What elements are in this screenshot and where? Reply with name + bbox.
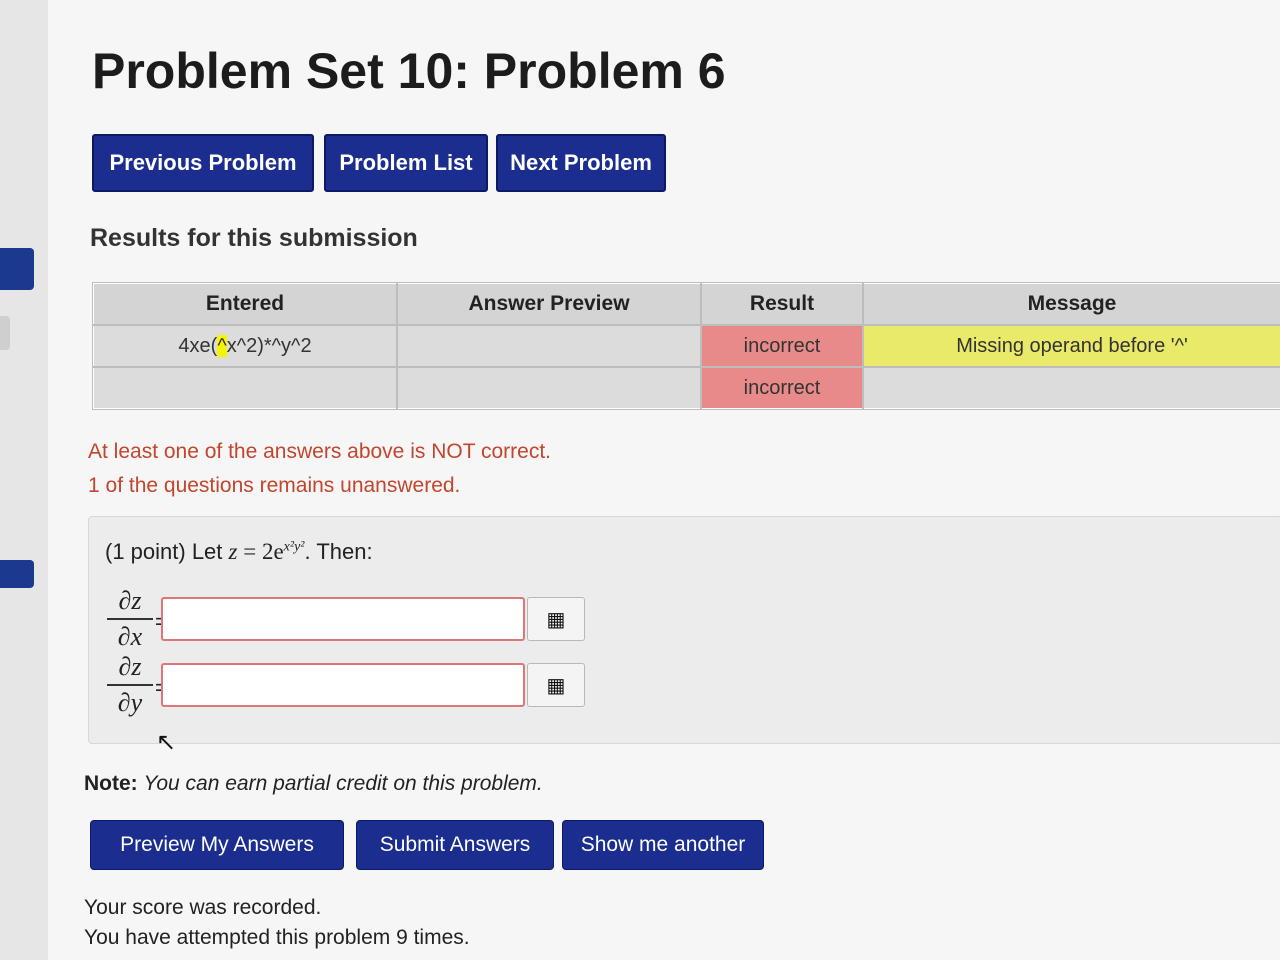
answer-input-dzdy[interactable]	[161, 663, 525, 707]
math-expression: z = 2ex²y²	[228, 539, 305, 564]
sidebar-tab[interactable]	[0, 560, 34, 588]
message-cell: Missing operand before '^'	[862, 324, 1280, 368]
mouse-pointer-icon: ↖	[156, 729, 177, 756]
problem-prompt: (1 point) Let z = 2ex²y². Then:	[105, 539, 373, 564]
main-content: Problem Set 10: Problem 6 Previous Probl…	[48, 0, 1280, 960]
attempt-count-text: You have attempted this problem 9 times.	[84, 926, 470, 949]
preview-answers-button[interactable]: Preview My Answers	[90, 820, 344, 870]
show-another-button[interactable]: Show me another	[562, 820, 764, 870]
column-header-message: Message	[862, 282, 1280, 326]
results-table: Entered Answer Preview Result Message 4x…	[92, 282, 1280, 410]
page-title: Problem Set 10: Problem 6	[92, 43, 726, 99]
answer-input-dzdx[interactable]	[161, 597, 525, 641]
results-heading: Results for this submission	[90, 224, 418, 252]
score-recorded-text: Your score was recorded.	[84, 896, 322, 919]
problem-box: (1 point) Let z = 2ex²y². Then: ∂z∂x = ▦…	[88, 516, 1280, 744]
next-problem-button[interactable]: Next Problem	[496, 134, 666, 192]
results-header-row: Entered Answer Preview Result Message	[92, 282, 1280, 326]
message-cell	[862, 366, 1280, 410]
column-header-entered: Entered	[92, 282, 398, 326]
math-editor-icon[interactable]: ▦	[527, 597, 585, 641]
column-header-result: Result	[700, 282, 864, 326]
result-cell: incorrect	[700, 324, 864, 368]
partial-credit-note: Note: You can earn partial credit on thi…	[84, 772, 543, 795]
preview-cell	[396, 366, 702, 410]
problem-list-button[interactable]: Problem List	[324, 134, 488, 192]
math-editor-icon[interactable]: ▦	[527, 663, 585, 707]
error-highlight: ^	[217, 334, 227, 357]
incorrect-warning: At least one of the answers above is NOT…	[88, 440, 551, 463]
result-cell: incorrect	[700, 366, 864, 410]
table-row: incorrect	[92, 366, 1280, 410]
submit-answers-button[interactable]: Submit Answers	[356, 820, 554, 870]
partial-derivative-y-label: ∂z ∂y	[107, 653, 153, 717]
entered-cell	[92, 366, 398, 410]
entered-cell: 4xe(^x^2)*^y^2	[92, 324, 398, 368]
preview-cell	[396, 324, 702, 368]
left-sidebar	[0, 0, 48, 960]
sidebar-tab[interactable]	[0, 316, 10, 350]
sidebar-tab-active[interactable]	[0, 248, 34, 290]
previous-problem-button[interactable]: Previous Problem	[92, 134, 314, 192]
partial-derivative-x-label: ∂z ∂x	[107, 587, 153, 651]
unanswered-warning: 1 of the questions remains unanswered.	[88, 474, 461, 497]
column-header-answer-preview: Answer Preview	[396, 282, 702, 326]
table-row: 4xe(^x^2)*^y^2 incorrect Missing operand…	[92, 324, 1280, 368]
